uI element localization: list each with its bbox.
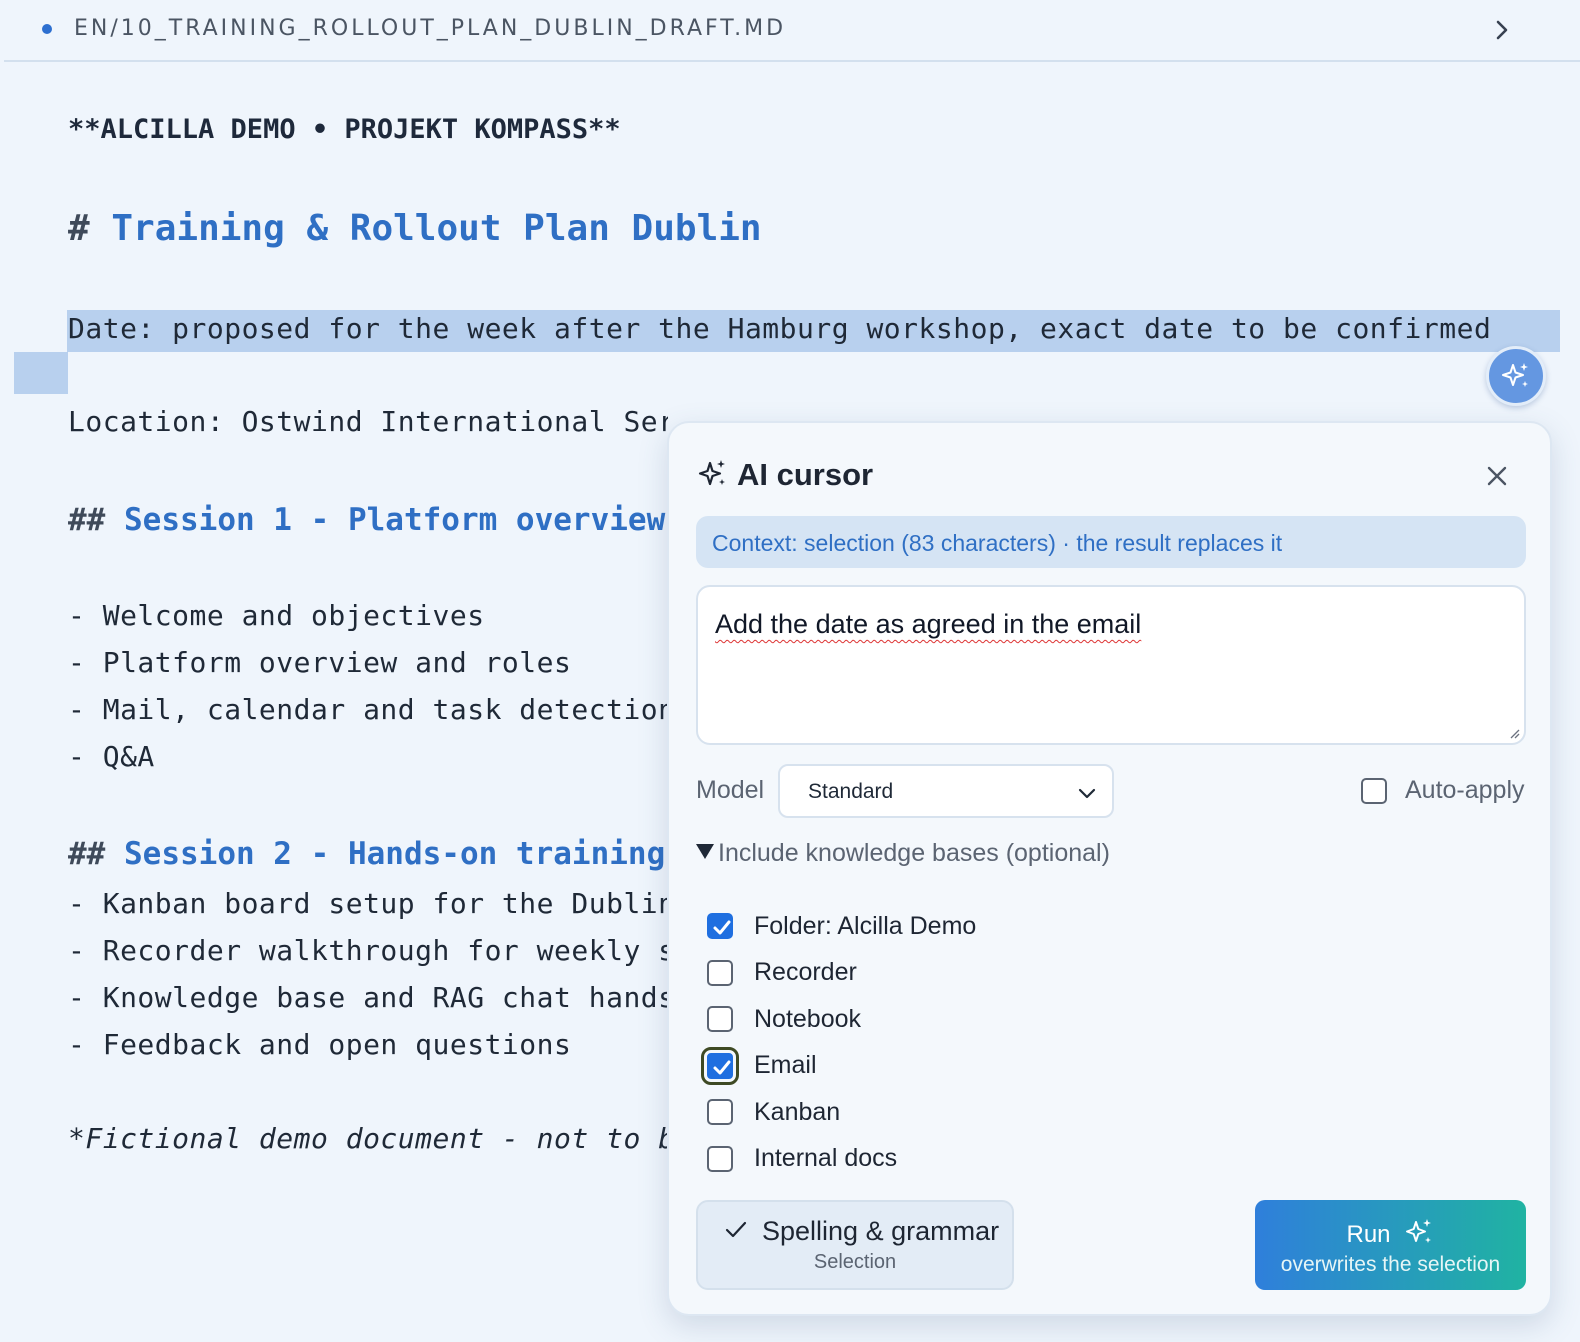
kb-item-recorder[interactable]: Recorder <box>707 950 976 997</box>
list-item: - Platform overview and roles <box>68 646 572 679</box>
kb-item-notebook[interactable]: Notebook <box>707 996 976 1043</box>
kb-checkbox[interactable] <box>707 1145 733 1172</box>
doc-title-text: Training & Rollout Plan Dublin <box>111 208 762 249</box>
knowledge-bases-toggle-label: Include knowledge bases (optional) <box>718 839 1110 867</box>
spelling-grammar-sublabel: Selection <box>813 1251 897 1273</box>
ai-cursor-button[interactable] <box>1486 346 1546 406</box>
kb-checkbox[interactable] <box>701 1046 739 1085</box>
kb-item-internal-docs[interactable]: Internal docs <box>707 1136 976 1183</box>
kb-checkbox[interactable] <box>707 1099 733 1126</box>
file-tab-bar: EN/10_TRAINING_ROLLOUT_PLAN_DUBLIN_DRAFT… <box>4 0 1580 62</box>
kb-checkbox[interactable] <box>707 959 733 986</box>
kb-label: Folder: Alcilla Demo <box>754 911 977 940</box>
model-label: Model <box>696 776 765 804</box>
session-1-title: Session 1 - Platform overview <box>124 502 666 538</box>
list-item: - Recorder walkthrough for weekly s <box>68 934 676 967</box>
footer-note: *Fictional demo document - not to b <box>68 1122 676 1155</box>
list-item: - Mail, calendar and task detection <box>68 693 676 726</box>
heading-marker: ## <box>68 836 106 872</box>
run-button[interactable]: Run overwrites the selection <box>1255 1200 1526 1290</box>
list-item: - Feedback and open questions <box>68 1028 572 1061</box>
ai-cursor-panel: AI cursor Context: selection (83 charact… <box>667 421 1552 1316</box>
kb-label: Kanban <box>754 1097 841 1126</box>
auto-apply-label[interactable]: Auto-apply <box>1405 776 1525 805</box>
sparkles-icon <box>698 460 725 486</box>
doc-header-line: **ALCILLA DEMO • PROJEKT KOMPASS** <box>68 114 621 145</box>
session-1-heading: ## Session 1 - Platform overview <box>68 502 665 538</box>
session-2-title: Session 2 - Hands-on training <box>124 836 666 872</box>
model-select[interactable]: Standard <box>778 764 1114 818</box>
check-icon <box>713 1060 731 1075</box>
sparkles-icon <box>1502 363 1528 387</box>
list-item: - Q&A <box>68 740 155 773</box>
kb-checkbox[interactable] <box>707 913 733 940</box>
knowledge-bases-list: Folder: Alcilla Demo Recorder Notebook E… <box>701 903 976 1183</box>
kb-label: Email <box>754 1051 817 1080</box>
chevron-right-icon[interactable] <box>1486 14 1518 46</box>
check-icon <box>725 1221 747 1238</box>
heading-marker: ## <box>68 502 106 538</box>
list-item: - Welcome and objectives <box>68 599 485 632</box>
location-line: Location: Ostwind International Services… <box>68 405 668 438</box>
triangle-down-icon <box>696 844 714 859</box>
prompt-input[interactable]: Add the date as agreed in the email <box>696 585 1526 745</box>
session-2-heading: ## Session 2 - Hands-on training <box>68 836 665 872</box>
kb-label: Notebook <box>754 1004 862 1033</box>
model-selected-value: Standard <box>808 780 894 803</box>
doc-title: # Training & Rollout Plan Dublin <box>68 208 762 249</box>
kb-label: Internal docs <box>754 1144 898 1173</box>
unsaved-dot-icon <box>42 24 52 34</box>
selection-highlight-tail <box>14 352 68 394</box>
date-line: Date: proposed for the week after the Ha… <box>68 312 1492 345</box>
heading-marker: # <box>68 208 90 249</box>
close-icon[interactable] <box>1484 463 1510 489</box>
chevron-down-icon <box>1078 788 1096 799</box>
file-name: EN/10_TRAINING_ROLLOUT_PLAN_DUBLIN_DRAFT… <box>74 16 787 41</box>
context-info: Context: selection (83 characters) · the… <box>696 516 1526 568</box>
kb-item-folder-alcilla-demo[interactable]: Folder: Alcilla Demo <box>707 903 976 950</box>
spelling-grammar-button[interactable]: Spelling & grammar Selection <box>696 1200 1014 1290</box>
list-item: - Knowledge base and RAG chat hands <box>68 981 676 1014</box>
prompt-input-value: Add the date as agreed in the email <box>715 609 1142 639</box>
list-item: - Kanban board setup for the Dublin <box>68 887 676 920</box>
kb-label: Recorder <box>754 958 857 987</box>
kb-item-kanban[interactable]: Kanban <box>707 1089 976 1136</box>
panel-title: AI cursor <box>737 457 874 492</box>
kb-item-email[interactable]: Email <box>701 1043 976 1090</box>
spelling-grammar-label: Spelling & grammar <box>762 1216 1000 1246</box>
kb-checkbox[interactable] <box>707 1006 733 1033</box>
knowledge-bases-toggle[interactable]: Include knowledge bases (optional) <box>696 839 1110 868</box>
run-label: Run <box>1346 1221 1391 1248</box>
sparkles-icon <box>1405 1219 1431 1243</box>
auto-apply-checkbox[interactable] <box>1361 778 1387 804</box>
check-icon <box>713 920 731 935</box>
resize-handle-icon[interactable] <box>1508 727 1520 739</box>
run-sublabel: overwrites the selection <box>1280 1253 1501 1276</box>
